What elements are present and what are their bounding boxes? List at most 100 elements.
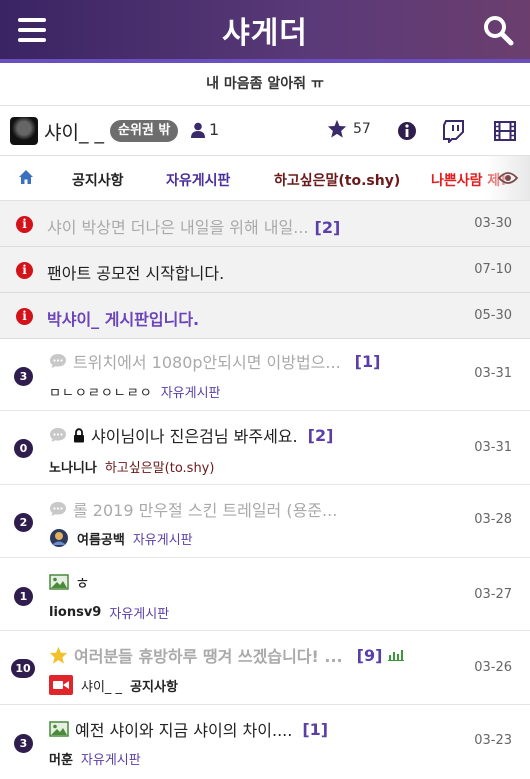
list-item[interactable]: 3 예전 샤이와 지금 샤이의 차이.... [1] 머훈 자유게시판 03-2…: [0, 705, 530, 778]
info-icon: i: [16, 308, 33, 325]
list-item[interactable]: 3 트위치에서 1080p안되시면 이방법으... [1] ㅁㄴㅇㄹㅇㄴㄹㅇ 자…: [0, 339, 530, 411]
star-count-value: 57: [353, 120, 371, 137]
post-meta: lionsv9 자유게시판: [49, 603, 169, 622]
notice-title-text: 박샤이_ 게시판입니다.: [47, 310, 200, 329]
post-date: 03-26: [474, 660, 512, 675]
list-item[interactable]: 1 ㅎ lionsv9 자유게시판 03-27: [0, 558, 530, 631]
info-icon[interactable]: [395, 119, 419, 143]
post-board[interactable]: 자유게시판: [109, 603, 169, 622]
post-meta: 노나니나 하고싶은말(to.shy): [49, 457, 214, 476]
post-date: 03-31: [474, 366, 512, 381]
info-icon: i: [16, 216, 33, 233]
star-icon: [327, 119, 347, 138]
post-title[interactable]: ㅎ: [49, 570, 90, 594]
twitch-icon[interactable]: [442, 119, 466, 143]
list-item[interactable]: 2 롤 2019 만우절 스킨 트레일러 (용준... 여름공백 자유게시판 0…: [0, 485, 530, 558]
post-date: 03-23: [474, 733, 512, 748]
post-meta: 머훈 자유게시판: [49, 749, 141, 768]
post-board[interactable]: 공지사항: [130, 676, 178, 695]
post-title[interactable]: 트위치에서 1080p안되시면 이방법으... [1]: [49, 349, 380, 373]
image-icon: [49, 574, 69, 590]
chart-icon: [388, 650, 405, 661]
site-title[interactable]: 샤게더: [0, 8, 530, 52]
post-board[interactable]: 자유게시판: [133, 529, 193, 548]
post-date: 05-30: [474, 308, 512, 323]
member-count: 1: [191, 120, 219, 139]
top-navbar: 샤게더: [0, 0, 530, 63]
star-count[interactable]: 57: [327, 119, 371, 138]
post-date: 03-27: [474, 587, 512, 602]
tab-to-shy[interactable]: 하고싶은말(to.shy): [274, 170, 400, 190]
tab-notice[interactable]: 공지사항: [72, 170, 124, 190]
post-date: 03-28: [474, 512, 512, 527]
notice-title-text: 팬아트 공모전 시작합니다.: [47, 264, 225, 283]
post-meta: ㅁㄴㅇㄹㅇㄴㄹㅇ 자유게시판: [49, 382, 221, 401]
board-tabs: 공지사항 자유게시판 하고싶은말(to.shy) 나쁜사람 제!: [0, 156, 530, 201]
notice-row[interactable]: i 샤이 박상면 더나은 내일을 위해 내일... [2] 03-30: [0, 201, 530, 247]
post-title-text: 예전 샤이와 지금 샤이의 차이....: [75, 721, 293, 740]
streamer-name[interactable]: 샤이_ _: [44, 118, 104, 145]
notice-title[interactable]: 박샤이_ 게시판입니다.: [47, 306, 199, 330]
notice-title-text: 샤이 박상면 더나은 내일을 위해 내일...: [47, 218, 309, 237]
comment-count: [9]: [356, 645, 383, 665]
post-title-text: 롤 2019 만우절 스킨 트레일러 (용준...: [73, 501, 338, 520]
comment-count-badge: 0: [14, 439, 33, 458]
post-author[interactable]: ㅁㄴㅇㄹㅇㄴㄹㅇ: [49, 382, 153, 401]
post-meta: 샤이_ _ 공지사항: [49, 675, 178, 695]
avatar: [50, 529, 68, 547]
notice-title[interactable]: 샤이 박상면 더나은 내일을 위해 내일... [2]: [47, 214, 340, 238]
chat-icon: [50, 354, 66, 368]
post-date: 07-10: [474, 262, 512, 277]
comment-count: [1]: [302, 719, 329, 739]
list-item[interactable]: 0 샤이님이나 진은검님 봐주세요. [2] 노나니나 하고싶은말(to.shy…: [0, 411, 530, 485]
post-date: 03-30: [474, 216, 512, 231]
post-author[interactable]: 머훈: [49, 749, 73, 768]
comment-count-badge: 1: [14, 587, 33, 606]
star-icon: [49, 646, 68, 664]
comment-count-badge: 2: [14, 513, 33, 532]
comment-count-badge: 10: [11, 659, 35, 678]
post-title-text: ㅎ: [75, 574, 90, 593]
post-author[interactable]: 여름공백: [77, 529, 125, 548]
post-title-text: 여러분들 휴방하루 땡겨 쓰겠습니다! ...: [74, 647, 343, 666]
user-info-bar: 샤이_ _ 순위권 밖 1 57: [0, 106, 530, 156]
list-item[interactable]: 10 여러분들 휴방하루 땡겨 쓰겠습니다! ... [9] 샤이_ _ 공지사…: [0, 631, 530, 705]
post-meta: 여름공백 자유게시판: [49, 528, 193, 548]
avatar[interactable]: [10, 117, 38, 145]
post-title[interactable]: 샤이님이나 진은검님 봐주세요. [2]: [49, 423, 333, 447]
tab-free-board[interactable]: 자유게시판: [166, 170, 230, 190]
post-board[interactable]: 자유게시판: [81, 749, 141, 768]
post-title[interactable]: 롤 2019 만우절 스킨 트레일러 (용준...: [49, 497, 337, 521]
comment-count-badge: 3: [14, 734, 33, 753]
post-board[interactable]: 하고싶은말(to.shy): [105, 457, 215, 476]
post-title[interactable]: 예전 샤이와 지금 샤이의 차이.... [1]: [49, 717, 328, 741]
comment-count: [2]: [307, 425, 334, 445]
notice-title[interactable]: 팬아트 공모전 시작합니다.: [47, 260, 224, 284]
comment-count: [2]: [314, 218, 341, 237]
post-author[interactable]: 샤이_ _: [81, 676, 122, 695]
notice-row[interactable]: i 박샤이_ 게시판입니다. 05-30: [0, 293, 530, 339]
comment-count-badge: 3: [14, 367, 33, 386]
video-icon: [49, 675, 73, 695]
home-icon[interactable]: [18, 169, 34, 185]
channel-subtitle: 내 마음좀 알아줘 ㅠ: [0, 63, 530, 106]
post-date: 03-31: [474, 440, 512, 455]
post-title-text: 샤이님이나 진은검님 봐주세요.: [91, 427, 298, 446]
rank-badge: 순위권 밖: [110, 120, 179, 142]
post-author[interactable]: lionsv9: [49, 605, 101, 620]
lock-icon: [74, 427, 84, 442]
person-icon: [191, 122, 205, 138]
search-icon[interactable]: [482, 14, 514, 46]
chat-icon: [50, 428, 66, 442]
video-icon[interactable]: [493, 119, 517, 143]
post-board[interactable]: 자유게시판: [161, 382, 221, 401]
comment-count: [1]: [354, 351, 381, 371]
chat-icon: [50, 502, 66, 516]
notice-row[interactable]: i 팬아트 공모전 시작합니다. 07-10: [0, 247, 530, 293]
eye-icon[interactable]: [486, 156, 530, 200]
info-icon: i: [16, 262, 33, 279]
post-author[interactable]: 노나니나: [49, 457, 97, 476]
member-count-value: 1: [209, 120, 220, 139]
image-icon: [49, 721, 69, 737]
post-title[interactable]: 여러분들 휴방하루 땡겨 쓰겠습니다! ... [9]: [49, 643, 405, 667]
